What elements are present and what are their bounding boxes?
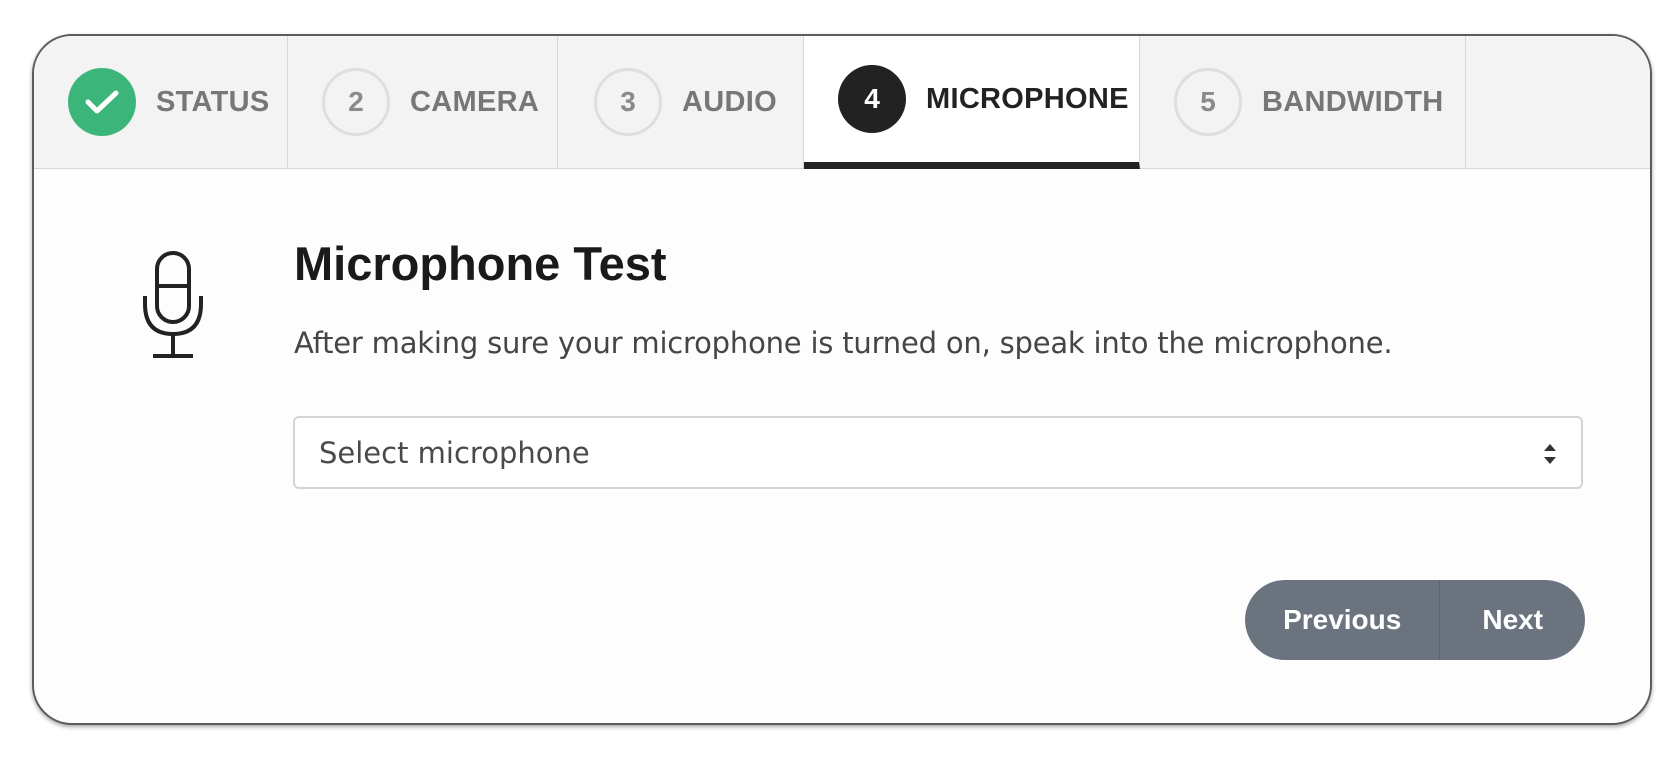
microphone-select-value: Select microphone — [319, 435, 590, 470]
page-title: Microphone Test — [294, 237, 667, 290]
microphone-icon — [143, 251, 203, 358]
tab-label-audio: AUDIO — [682, 85, 777, 118]
step-number-bandwidth: 5 — [1174, 68, 1242, 136]
next-button[interactable]: Next — [1440, 580, 1585, 660]
step-status-indicator — [68, 68, 136, 136]
tab-label-status: STATUS — [156, 85, 270, 118]
step-number-microphone: 4 — [838, 65, 906, 133]
tab-microphone[interactable]: 4 MICROPHONE — [804, 36, 1140, 169]
step-number-audio: 3 — [594, 68, 662, 136]
navigation-button-group: Previous Next — [1245, 580, 1585, 660]
tab-bandwidth[interactable]: 5 BANDWIDTH — [1140, 36, 1466, 168]
step-number-camera: 2 — [322, 68, 390, 136]
previous-button[interactable]: Previous — [1245, 580, 1441, 660]
page-description: After making sure your microphone is tur… — [294, 326, 1393, 360]
tab-camera[interactable]: 2 CAMERA — [288, 36, 558, 168]
microphone-select[interactable]: Select microphone — [293, 416, 1583, 489]
tab-label-bandwidth: BANDWIDTH — [1262, 85, 1444, 118]
tab-audio[interactable]: 3 AUDIO — [558, 36, 804, 168]
tab-label-microphone: MICROPHONE — [926, 82, 1129, 115]
tab-label-camera: CAMERA — [410, 85, 540, 118]
wizard-tabs: STATUS 2 CAMERA 3 AUDIO 4 MICROPHONE 5 B… — [34, 36, 1650, 169]
select-caret-icon — [1544, 444, 1556, 464]
tab-status[interactable]: STATUS — [34, 36, 288, 168]
check-icon — [85, 90, 119, 114]
wizard-card: STATUS 2 CAMERA 3 AUDIO 4 MICROPHONE 5 B… — [32, 34, 1652, 725]
